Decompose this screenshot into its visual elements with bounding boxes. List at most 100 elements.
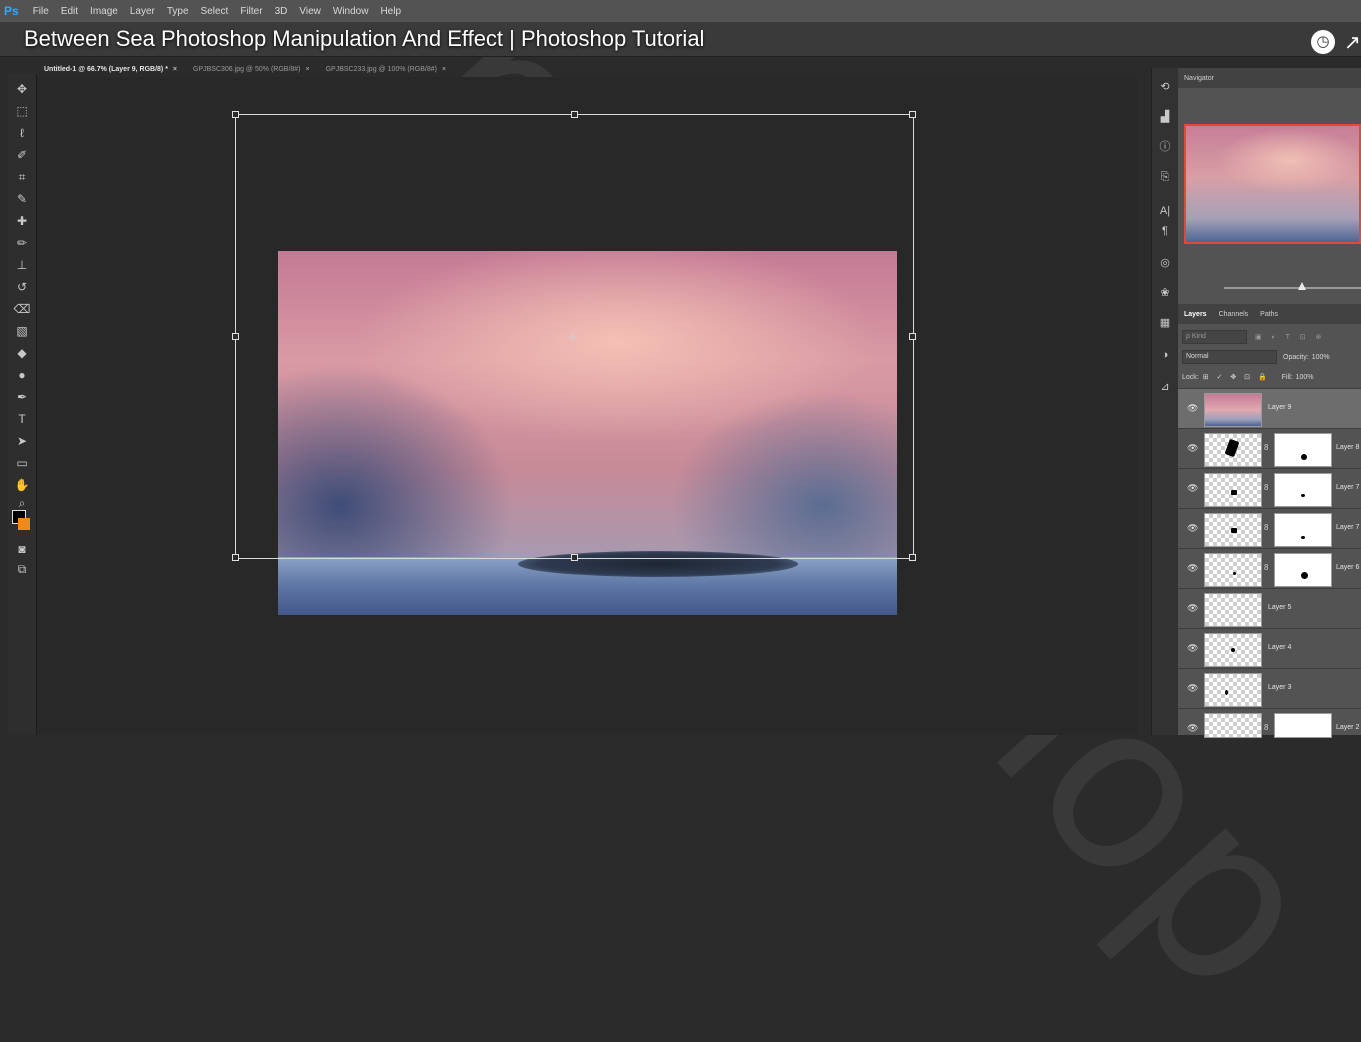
transform-handle[interactable]	[571, 111, 578, 118]
transform-handle[interactable]	[571, 554, 578, 561]
marquee-tool-icon[interactable]: ⬚	[12, 102, 32, 120]
menu-select[interactable]: Select	[195, 6, 235, 17]
menu-window[interactable]: Window	[327, 6, 375, 17]
chain-link-icon[interactable]: 8	[1264, 723, 1268, 732]
screen-mode-icon[interactable]: ⧉	[12, 560, 32, 578]
actions-panel-icon[interactable]: ⊿	[1156, 378, 1174, 396]
kind-filter-select[interactable]: ρ Kind	[1182, 330, 1247, 344]
chain-link-icon[interactable]: 8	[1264, 523, 1268, 532]
tab-layers[interactable]: Layers	[1178, 311, 1213, 318]
healing-brush-tool-icon[interactable]: ✚	[12, 212, 32, 230]
menu-edit[interactable]: Edit	[55, 6, 84, 17]
tab-gpjbsc306[interactable]: GPJBSC306.jpg @ 50% (RGB/8#) ×	[187, 66, 320, 73]
navigator-preview[interactable]	[1184, 124, 1361, 244]
layer-row-layer-7-copy[interactable]: 👁 8 Layer 7	[1178, 508, 1361, 549]
blur-tool-icon[interactable]: ◆	[12, 344, 32, 362]
eye-icon[interactable]: 👁	[1187, 683, 1198, 694]
close-icon[interactable]: ×	[306, 66, 310, 73]
eye-icon[interactable]: 👁	[1187, 723, 1198, 734]
paragraph-panel-icon[interactable]: ¶	[1156, 222, 1174, 240]
layer-row-layer-6[interactable]: 👁 8 Layer 6	[1178, 548, 1361, 589]
histogram-panel-icon[interactable]: ▟	[1156, 108, 1174, 126]
type-tool-icon[interactable]: T	[12, 410, 32, 428]
chain-link-icon[interactable]: 8	[1264, 563, 1268, 572]
transform-handle[interactable]	[909, 554, 916, 561]
properties-panel-icon[interactable]: ⎘	[1156, 168, 1174, 186]
eye-icon[interactable]: 👁	[1187, 563, 1198, 574]
eraser-tool-icon[interactable]: ⌫	[12, 300, 32, 318]
transform-handle[interactable]	[232, 333, 239, 340]
lasso-tool-icon[interactable]: ℓ	[12, 124, 32, 142]
transform-handle[interactable]	[909, 111, 916, 118]
character-panel-icon[interactable]: A|	[1156, 202, 1174, 220]
pen-tool-icon[interactable]: ✒	[12, 388, 32, 406]
styles-panel-icon[interactable]: ❀	[1156, 284, 1174, 302]
swatches-panel-icon[interactable]: ◎	[1156, 254, 1174, 272]
layer-row-layer-7[interactable]: 👁 8 Layer 7	[1178, 468, 1361, 509]
layer-row-layer-8[interactable]: 👁 8 Layer 8	[1178, 428, 1361, 469]
tab-paths[interactable]: Paths	[1254, 311, 1284, 318]
clone-stamp-tool-icon[interactable]: ⊥	[12, 256, 32, 274]
tab-navigator[interactable]: Navigator	[1178, 75, 1220, 82]
hand-tool-icon[interactable]: ✋	[12, 476, 32, 494]
history-brush-tool-icon[interactable]: ↺	[12, 278, 32, 296]
brush-tool-icon[interactable]: ✏	[12, 234, 32, 252]
layer-row-layer-9[interactable]: 👁 Layer 9	[1178, 388, 1361, 429]
chain-link-icon[interactable]: 8	[1264, 483, 1268, 492]
layer-mask-thumbnail[interactable]	[1274, 553, 1332, 587]
close-icon[interactable]: ×	[173, 66, 177, 73]
transform-center-icon[interactable]: ✛	[568, 331, 577, 344]
eye-icon[interactable]: 👁	[1187, 523, 1198, 534]
transform-handle[interactable]	[909, 333, 916, 340]
fill-input[interactable]: 100%	[1296, 374, 1314, 381]
lock-icons[interactable]: ⊞ ✓ ✥ ⊡ 🔒	[1203, 373, 1270, 381]
menu-layer[interactable]: Layer	[124, 6, 161, 17]
menu-type[interactable]: Type	[161, 6, 195, 17]
layer-row-layer-5[interactable]: 👁 Layer 5	[1178, 588, 1361, 629]
chain-link-icon[interactable]: 8	[1264, 443, 1268, 452]
filter-type-icons[interactable]: ▣ ◐ T ⊡ ⊕	[1255, 333, 1325, 341]
layer-row-layer-2[interactable]: 👁 8 Layer 2	[1178, 708, 1361, 738]
transform-handle[interactable]	[232, 554, 239, 561]
info-panel-icon[interactable]: ⓘ	[1156, 138, 1174, 156]
tab-untitled-1[interactable]: Untitled-1 @ 66.7% (Layer 9, RGB/8) * ×	[38, 66, 187, 73]
grid-panel-icon[interactable]: ▦	[1156, 314, 1174, 332]
crop-tool-icon[interactable]: ⌗	[12, 168, 32, 186]
blend-mode-select[interactable]: Normal	[1182, 350, 1277, 364]
gradient-tool-icon[interactable]: ▧	[12, 322, 32, 340]
quick-select-tool-icon[interactable]: ✐	[12, 146, 32, 164]
menu-view[interactable]: View	[293, 6, 327, 17]
layer-mask-thumbnail[interactable]	[1274, 513, 1332, 547]
eyedropper-tool-icon[interactable]: ✎	[12, 190, 32, 208]
quick-mask-icon[interactable]: ◙	[12, 540, 32, 558]
tab-channels[interactable]: Channels	[1213, 311, 1255, 318]
menu-help[interactable]: Help	[374, 6, 407, 17]
menu-filter[interactable]: Filter	[234, 6, 268, 17]
clock-icon[interactable]: ◷	[1311, 30, 1335, 54]
dodge-tool-icon[interactable]: ●	[12, 366, 32, 384]
layer-row-layer-3[interactable]: 👁 Layer 3	[1178, 668, 1361, 709]
layer-mask-thumbnail[interactable]	[1274, 713, 1332, 738]
layer-row-layer-4[interactable]: 👁 Layer 4	[1178, 628, 1361, 669]
tab-gpjbsc233[interactable]: GPJBSC233.jpg @ 100% (RGB/8#) ×	[320, 66, 456, 73]
menu-image[interactable]: Image	[84, 6, 124, 17]
history-panel-icon[interactable]: ⟲	[1156, 78, 1174, 96]
close-icon[interactable]: ×	[442, 66, 446, 73]
eye-icon[interactable]: 👁	[1187, 483, 1198, 494]
share-icon[interactable]: ↗	[1344, 30, 1361, 55]
path-select-tool-icon[interactable]: ➤	[12, 432, 32, 450]
move-tool-icon[interactable]: ✥	[12, 80, 32, 98]
rectangle-tool-icon[interactable]: ▭	[12, 454, 32, 472]
eye-icon[interactable]: 👁	[1187, 603, 1198, 614]
layer-mask-thumbnail[interactable]	[1274, 473, 1332, 507]
zoom-slider-handle[interactable]	[1298, 282, 1306, 290]
adjustments-panel-icon[interactable]: ◑	[1156, 346, 1174, 364]
eye-icon[interactable]: 👁	[1187, 443, 1198, 454]
layer-mask-thumbnail[interactable]	[1274, 433, 1332, 467]
opacity-input[interactable]: 100%	[1312, 354, 1330, 361]
eye-icon[interactable]: 👁	[1187, 643, 1198, 654]
background-color-swatch[interactable]	[18, 518, 30, 530]
eye-icon[interactable]: 👁	[1187, 403, 1198, 414]
menu-3d[interactable]: 3D	[269, 6, 294, 17]
menu-file[interactable]: File	[27, 6, 55, 17]
